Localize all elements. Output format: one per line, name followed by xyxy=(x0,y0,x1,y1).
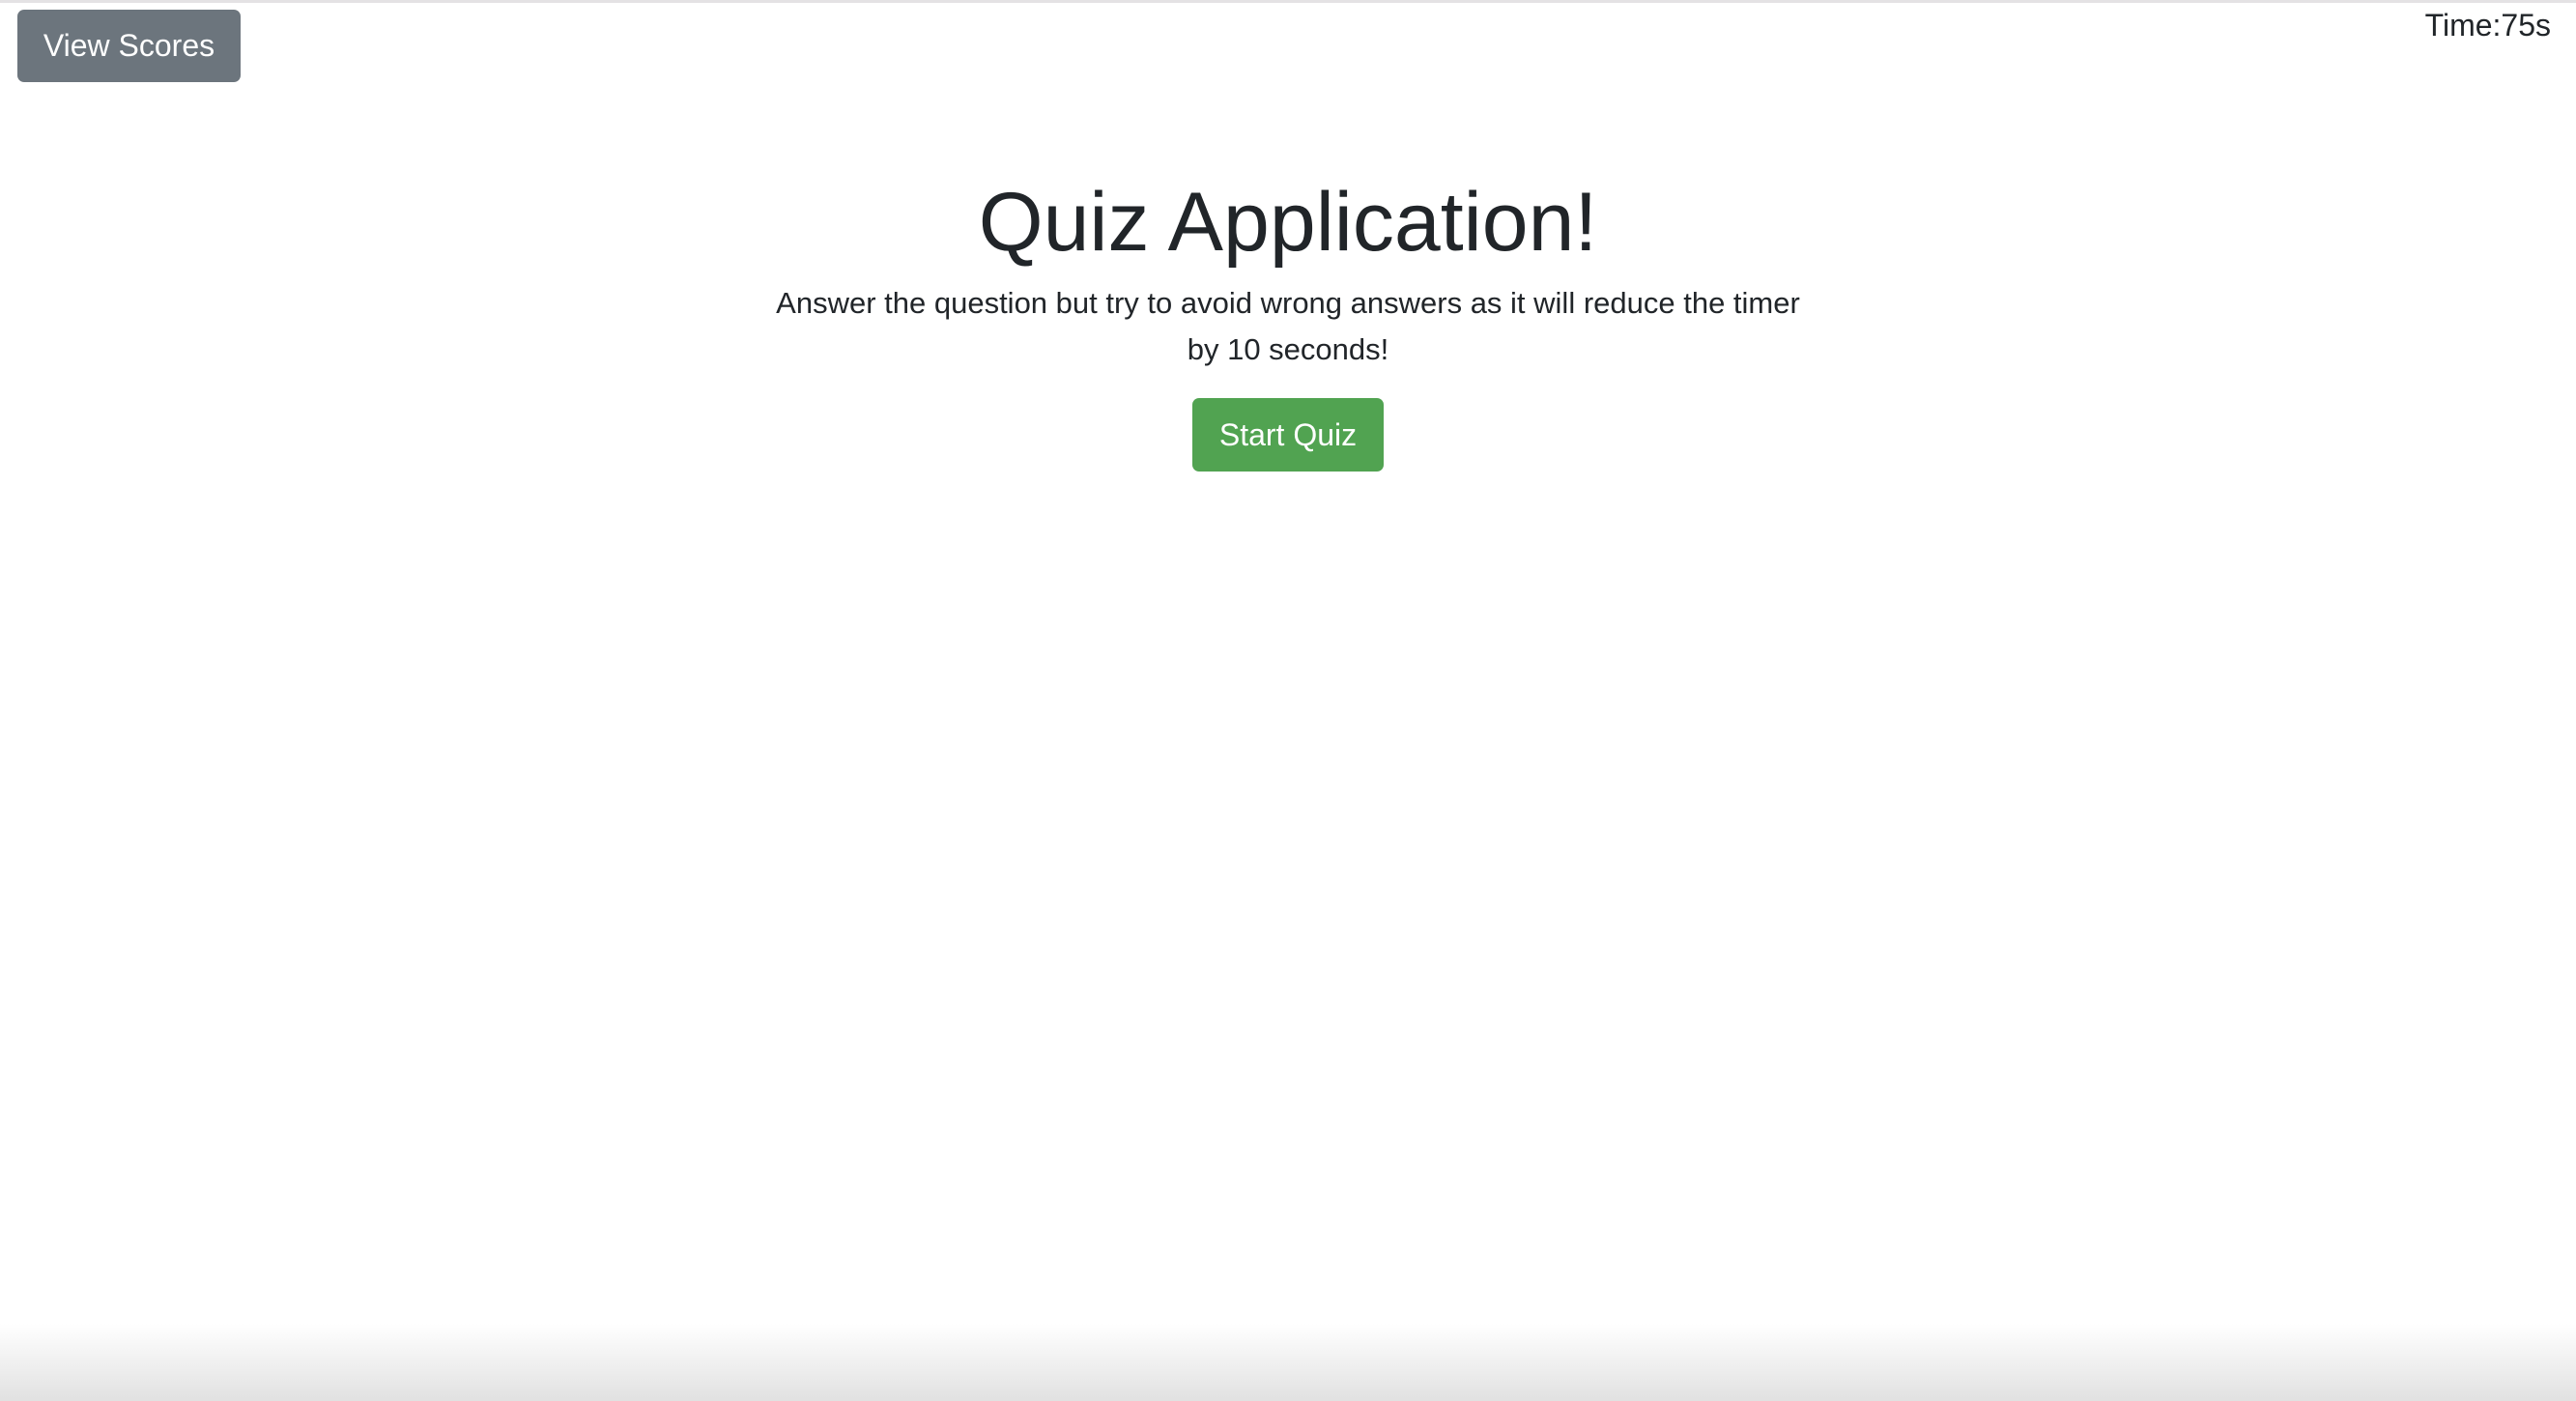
quiz-description: Answer the question but try to avoid wro… xyxy=(776,286,1800,366)
window-bottom-shadow xyxy=(0,1324,2576,1401)
timer-display: Time:75s xyxy=(2424,8,2551,43)
browser-top-border xyxy=(0,0,2576,3)
start-quiz-button[interactable]: Start Quiz xyxy=(1192,398,1384,472)
page-title: Quiz Application! xyxy=(978,176,1598,269)
start-screen: Quiz Application! Answer the question bu… xyxy=(0,174,2576,472)
view-scores-button[interactable]: View Scores xyxy=(17,10,241,82)
